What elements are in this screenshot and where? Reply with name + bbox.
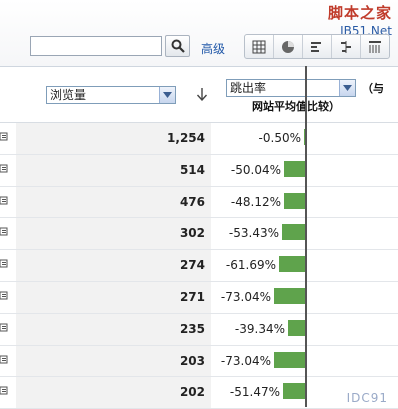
bounce-percent: -39.34% <box>234 321 285 336</box>
bounce-bar <box>274 287 305 304</box>
pageviews-cell: 203 <box>16 345 211 377</box>
watermark-cn: 脚本之家 <box>327 4 392 22</box>
row-icon-cell <box>0 345 16 377</box>
pageviews-cell: 1,254 <box>16 123 211 154</box>
chevron-down-icon <box>339 80 355 96</box>
row-popup-icon[interactable] <box>0 386 10 396</box>
row-icon-cell <box>0 186 16 218</box>
row-popup-icon[interactable] <box>0 164 10 174</box>
pageviews-value: 202 <box>179 385 205 400</box>
table-row: 302 -53.43% <box>0 218 398 251</box>
pageviews-cell: 271 <box>16 281 211 313</box>
table-row: 274 -61.69% <box>0 250 398 282</box>
bounce-bar <box>279 256 305 273</box>
row-icon-cell <box>0 154 16 186</box>
view-switcher <box>244 34 390 59</box>
row-icon-cell <box>0 123 16 154</box>
pageviews-cell: 476 <box>16 186 211 218</box>
search-button[interactable] <box>165 35 190 57</box>
row-icon-cell <box>0 313 16 345</box>
table-row: 514 -50.04% <box>0 154 398 187</box>
footer-watermark: IDC91 <box>346 391 388 405</box>
table-row: 202 -51.47% <box>0 377 398 409</box>
bar-icon <box>311 41 321 52</box>
compare-note-open: （与 <box>362 82 384 95</box>
row-popup-icon[interactable] <box>0 132 10 142</box>
bounce-bar <box>282 224 305 241</box>
compare-note: 网站平均值比较） <box>252 100 340 113</box>
bounce-bar <box>284 192 305 209</box>
row-popup-icon[interactable] <box>0 323 10 333</box>
pageviews-value: 302 <box>179 226 205 241</box>
bounce-bar <box>274 351 305 368</box>
pageviews-value: 235 <box>179 321 205 336</box>
table-header: 浏览量 跳出率 <box>0 67 398 123</box>
bar-view-button[interactable] <box>303 35 332 58</box>
table-row: 271 -73.04% <box>0 281 398 314</box>
bounce-bar <box>288 319 305 336</box>
row-popup-icon[interactable] <box>0 227 10 237</box>
grid-icon <box>252 40 266 53</box>
table-row: 203 -73.04% <box>0 345 398 378</box>
pageviews-cell: 514 <box>16 154 211 186</box>
pie-icon <box>282 40 294 53</box>
metric-select-value: 浏览量 <box>50 88 87 102</box>
row-icon-cell <box>0 250 16 281</box>
table-row: 235 -39.34% <box>0 313 398 346</box>
bounce-percent: -61.69% <box>225 258 276 273</box>
pageviews-value: 1,254 <box>167 131 205 145</box>
table-view-button[interactable] <box>245 35 274 58</box>
row-popup-icon[interactable] <box>0 291 10 301</box>
bounce-bar <box>283 383 305 400</box>
table-row: 476 -48.12% <box>0 186 398 219</box>
bounce-percent: -73.04% <box>220 289 271 304</box>
compare-select-value: 跳出率 <box>230 81 267 95</box>
pivot-view-button[interactable] <box>361 35 389 58</box>
average-baseline <box>305 66 307 407</box>
pageviews-value: 514 <box>179 162 205 177</box>
row-icon-cell <box>0 218 16 250</box>
search-input[interactable] <box>30 36 162 56</box>
pageviews-cell: 274 <box>16 250 211 281</box>
pageviews-cell: 302 <box>16 218 211 250</box>
row-popup-icon[interactable] <box>0 259 10 269</box>
data-table: 1,254 -0.50% 514 -50.04% 476 -48.12% 302 -53.43… <box>0 123 398 409</box>
pageviews-value: 274 <box>179 258 205 273</box>
compare-view-button[interactable] <box>332 35 361 58</box>
compare-icon <box>341 40 351 53</box>
metric-select[interactable]: 浏览量 <box>46 86 176 104</box>
row-popup-icon[interactable] <box>0 196 10 206</box>
bounce-percent: -73.04% <box>220 353 271 368</box>
bounce-bar <box>284 160 305 177</box>
pageviews-cell: 235 <box>16 313 211 345</box>
sort-desc-icon[interactable] <box>196 87 208 104</box>
pageviews-value: 476 <box>179 194 205 209</box>
bounce-percent: -48.12% <box>230 194 281 209</box>
bounce-percent: -0.50% <box>258 131 301 145</box>
watermark-logo: 脚本之家 JB51.Net <box>328 2 392 38</box>
toolbar: 脚本之家 JB51.Net 高级 <box>0 0 398 67</box>
pageviews-cell: 202 <box>16 377 211 409</box>
pivot-icon <box>369 40 381 53</box>
bounce-percent: -50.04% <box>230 162 281 177</box>
table-row: 1,254 -0.50% <box>0 123 398 155</box>
chevron-down-icon <box>159 87 175 103</box>
compare-select[interactable]: 跳出率 <box>226 79 356 97</box>
search-icon <box>171 39 185 53</box>
bounce-percent: -51.47% <box>229 385 280 400</box>
advanced-link[interactable]: 高级 <box>201 40 225 57</box>
pie-view-button[interactable] <box>274 35 303 58</box>
row-icon-cell <box>0 377 16 409</box>
bounce-percent: -53.43% <box>228 226 279 241</box>
row-icon-cell <box>0 281 16 313</box>
row-popup-icon[interactable] <box>0 355 10 365</box>
